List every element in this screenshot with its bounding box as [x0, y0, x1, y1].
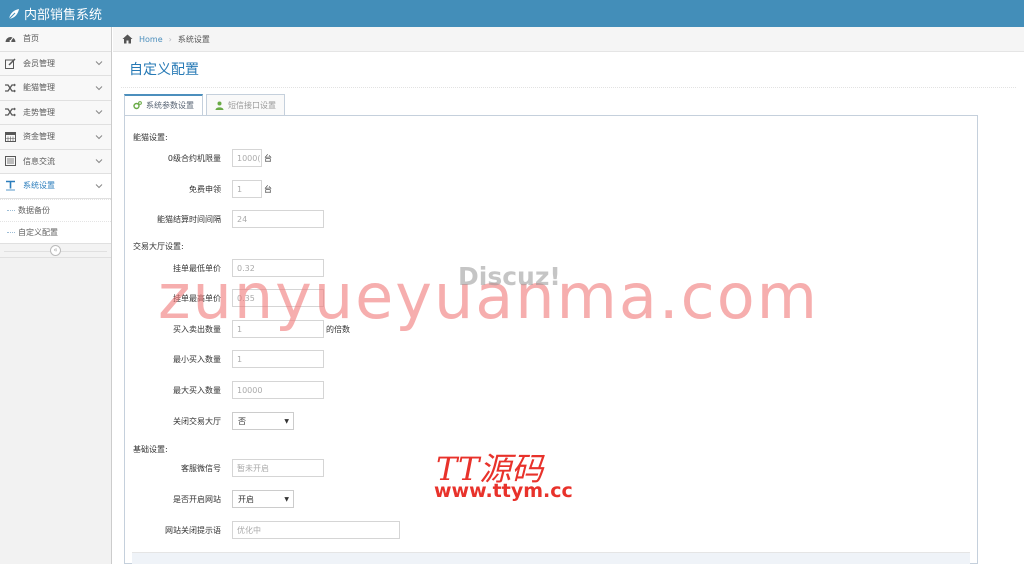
text-width-icon	[4, 180, 16, 192]
sidebar: 首页 会员管理 能猫管理 走势管理 资金管理 信息交流 系统设置 数据备份 自定…	[0, 27, 112, 564]
sidebar-item-label: 能猫管理	[23, 83, 55, 93]
calendar-icon	[4, 131, 16, 143]
user-icon	[215, 101, 224, 110]
settings-submenu: 数据备份 自定义配置	[0, 198, 111, 244]
tab-system-params[interactable]: 系统参数设置	[124, 94, 203, 116]
chevron-down-icon	[95, 183, 103, 188]
sidebar-item-label: 走势管理	[23, 107, 55, 117]
caret-down-icon: ▼	[284, 417, 289, 425]
tab-label: 短信接口设置	[228, 100, 276, 110]
section-title: 能猫设置:	[133, 133, 168, 142]
form-row: 最大买入数量 10000	[125, 381, 324, 399]
home-icon	[122, 34, 133, 44]
sidebar-item-label: 首页	[23, 34, 39, 44]
site-closed-message-input[interactable]: 优化中	[232, 521, 400, 539]
form-actions-bar	[132, 552, 970, 564]
sidebar-collapse-bar: «	[0, 243, 111, 258]
field-label: 0级合约机限量	[167, 153, 221, 163]
edit-icon	[4, 57, 16, 69]
form-row: 免费申领 1 台	[125, 180, 272, 198]
chevron-down-icon	[95, 61, 103, 66]
form-row: 0级合约机限量 1000( 台	[125, 149, 272, 167]
field-label: 能猫结算时间间隔	[157, 214, 221, 224]
sidebar-item-label: 系统设置	[23, 181, 55, 191]
chevron-down-icon	[95, 159, 103, 164]
close-hall-select[interactable]: 否 ▼	[232, 412, 294, 430]
settlement-interval-input[interactable]: 24	[232, 210, 324, 228]
chevron-down-icon	[95, 110, 103, 115]
site-open-select[interactable]: 开启 ▼	[232, 490, 294, 508]
level0-limit-input[interactable]: 1000(	[232, 149, 262, 167]
form-row: 能猫结算时间间隔 24	[125, 210, 324, 228]
sidebar-item-home[interactable]: 首页	[0, 27, 111, 52]
breadcrumb: Home › 系统设置	[113, 27, 1024, 52]
section-title: 基础设置:	[133, 445, 168, 454]
random-icon	[4, 82, 16, 94]
tachometer-icon	[4, 33, 16, 45]
sidebar-item-label: 资金管理	[23, 132, 55, 142]
watermark-discuz: Discuz!	[458, 262, 561, 291]
top-navbar: 内部销售系统	[0, 0, 1024, 27]
breadcrumb-current: 系统设置	[177, 34, 210, 44]
collapse-icon[interactable]: «	[50, 244, 61, 256]
breadcrumb-home-link[interactable]: Home	[139, 35, 163, 44]
sidebar-item-panda[interactable]: 能猫管理	[0, 76, 111, 101]
form-row: 网站关闭提示语 优化中	[125, 521, 400, 539]
select-value: 否	[238, 416, 246, 426]
tab-label: 系统参数设置	[146, 101, 194, 110]
select-value: 开启	[238, 494, 254, 504]
caret-down-icon: ▼	[284, 495, 289, 503]
sidebar-subitem-label: 数据备份	[18, 205, 50, 215]
breadcrumb-separator: ›	[168, 34, 172, 44]
form-row: 关闭交易大厅 否 ▼	[125, 412, 294, 430]
form-row: 是否开启网站 开启 ▼	[125, 490, 294, 508]
sidebar-item-label: 信息交流	[23, 156, 55, 166]
sidebar-item-messages[interactable]: 信息交流	[0, 149, 111, 174]
field-label: 是否开启网站	[173, 494, 221, 504]
sidebar-subitem-label: 自定义配置	[18, 227, 58, 237]
tab-bar: 系统参数设置 短信接口设置	[124, 94, 288, 116]
field-label: 网站关闭提示语	[165, 525, 221, 535]
service-wechat-input[interactable]: 暂未开启	[232, 459, 324, 477]
min-buy-input[interactable]: 1	[232, 350, 324, 368]
field-label: 最小买入数量	[173, 354, 221, 364]
field-label: 关闭交易大厅	[173, 416, 221, 426]
sidebar-item-settings[interactable]: 系统设置	[0, 174, 111, 199]
form-row: 客服微信号 暂未开启	[125, 459, 324, 477]
field-suffix: 台	[264, 184, 272, 194]
field-label: 免费申领	[189, 184, 221, 194]
section-title: 交易大厅设置:	[133, 242, 184, 251]
page-header: 自定义配置	[121, 59, 1016, 88]
chevron-down-icon	[95, 85, 103, 90]
page-title: 自定义配置	[129, 62, 199, 78]
field-label: 客服微信号	[181, 463, 221, 473]
random-icon	[4, 106, 16, 118]
cogs-icon	[133, 101, 142, 110]
field-suffix: 台	[264, 153, 272, 163]
sidebar-item-members[interactable]: 会员管理	[0, 51, 111, 76]
field-label: 最大买入数量	[173, 385, 221, 395]
sidebar-subitem-backup[interactable]: 数据备份	[0, 198, 111, 221]
form-row: 最小买入数量 1	[125, 350, 324, 368]
watermark-url: www.ttym.cc	[434, 480, 573, 502]
tab-sms-interface[interactable]: 短信接口设置	[206, 94, 285, 116]
list-icon	[4, 155, 16, 167]
sidebar-item-funds[interactable]: 资金管理	[0, 125, 111, 150]
sidebar-item-trend[interactable]: 走势管理	[0, 100, 111, 125]
free-claim-input[interactable]: 1	[232, 180, 262, 198]
app-title[interactable]: 内部销售系统	[24, 4, 102, 23]
chevron-down-icon	[95, 134, 103, 139]
leaf-icon	[8, 8, 19, 19]
sidebar-item-label: 会员管理	[23, 58, 55, 68]
max-buy-input[interactable]: 10000	[232, 381, 324, 399]
sidebar-subitem-custom-config[interactable]: 自定义配置	[0, 220, 111, 243]
